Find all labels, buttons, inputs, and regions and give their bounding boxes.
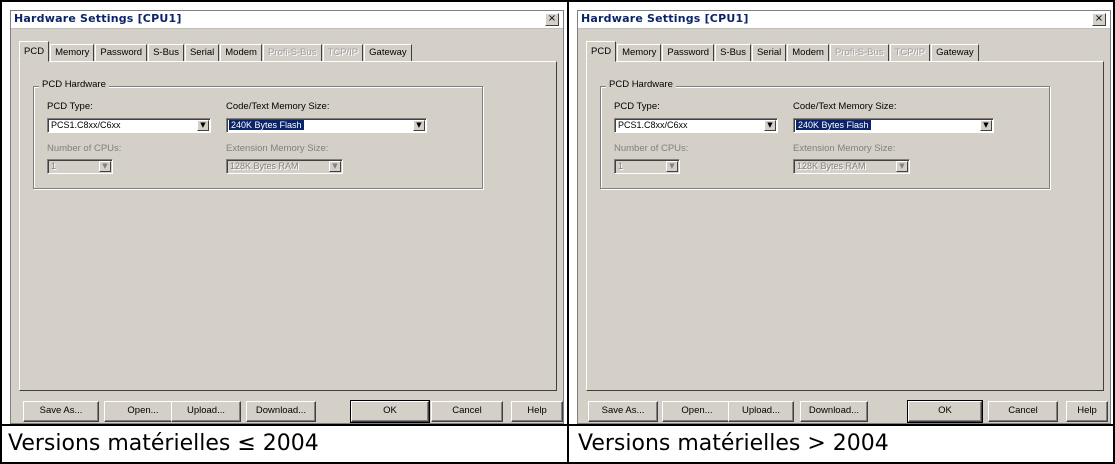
pcd-type-select[interactable]: PCS1.C8xx/C6xx ▼	[614, 118, 778, 133]
save-as-button[interactable]: Save As...	[23, 401, 99, 422]
number-of-cpus-select: 1 ▼	[47, 159, 113, 174]
save-as-button[interactable]: Save As...	[588, 401, 658, 422]
tab-modem[interactable]: Modem	[220, 44, 262, 62]
border-top	[0, 0, 1115, 2]
tab-password[interactable]: Password	[662, 44, 715, 62]
pcd-type-label: PCD Type:	[47, 101, 93, 112]
tab-pcd[interactable]: PCD	[586, 41, 617, 62]
extension-memory-size-select: 128K Bytes RAM ▼	[226, 159, 343, 174]
number-of-cpus-value: 1	[51, 161, 57, 171]
tab-tcp-ip: TCP/IP	[322, 44, 364, 62]
tab-password[interactable]: Password	[95, 44, 148, 62]
number-of-cpus-value: 1	[618, 161, 624, 171]
title-bar: Hardware Settings [CPU1] ×	[578, 11, 1110, 29]
help-button[interactable]: Help	[1066, 401, 1108, 422]
tab-serial[interactable]: Serial	[751, 44, 787, 62]
panel-right: Hardware Settings [CPU1] × PCD Memory Pa…	[577, 10, 1111, 424]
code-memory-size-value: 240K Bytes Flash	[229, 120, 304, 130]
code-memory-size-label: Code/Text Memory Size:	[793, 101, 897, 112]
code-memory-size-select[interactable]: 240K Bytes Flash ▼	[793, 118, 994, 133]
chevron-down-icon: ▼	[896, 161, 908, 172]
code-memory-size-select[interactable]: 240K Bytes Flash ▼	[226, 118, 427, 133]
close-button[interactable]: ×	[1092, 13, 1106, 26]
number-of-cpus-select: 1 ▼	[614, 159, 680, 174]
chevron-down-icon[interactable]: ▼	[764, 120, 776, 131]
tab-s-bus[interactable]: S-Bus	[715, 44, 751, 62]
upload-button[interactable]: Upload...	[171, 401, 241, 422]
tab-memory[interactable]: Memory	[617, 44, 662, 62]
download-button[interactable]: Download...	[246, 401, 316, 422]
tab-profi-s-bus: Profi-S-Bus	[829, 44, 889, 62]
caption-right: Versions matérielles > 2004	[578, 431, 889, 456]
chevron-down-icon: ▼	[666, 161, 678, 172]
code-memory-size-label: Code/Text Memory Size:	[226, 101, 330, 112]
extension-memory-size-select: 128K Bytes RAM ▼	[793, 159, 910, 174]
extension-memory-size-label: Extension Memory Size:	[226, 143, 329, 154]
pcd-hardware-group-label: PCD Hardware	[39, 79, 109, 90]
hardware-settings-dialog: Hardware Settings [CPU1] × PCD Memory Pa…	[10, 10, 564, 424]
tab-gateway[interactable]: Gateway	[364, 44, 412, 62]
ok-button[interactable]: OK	[907, 400, 983, 423]
tab-strip: PCD Memory Password S-Bus Serial Modem P…	[19, 41, 413, 62]
chevron-down-icon[interactable]: ▼	[197, 120, 209, 131]
chevron-down-icon[interactable]: ▼	[413, 120, 425, 131]
number-of-cpus-label: Number of CPUs:	[47, 143, 122, 154]
pcd-type-value: PCS1.C8xx/C6xx	[618, 120, 688, 130]
close-icon: ×	[547, 13, 557, 24]
dialog-title: Hardware Settings [CPU1]	[581, 12, 749, 25]
pcd-hardware-group-label: PCD Hardware	[606, 79, 676, 90]
border-middle	[567, 0, 569, 464]
tab-gateway[interactable]: Gateway	[931, 44, 979, 62]
upload-button[interactable]: Upload...	[728, 401, 794, 422]
cancel-button[interactable]: Cancel	[988, 401, 1058, 422]
tab-serial[interactable]: Serial	[184, 44, 220, 62]
close-icon: ×	[1094, 13, 1104, 24]
hardware-settings-dialog: Hardware Settings [CPU1] × PCD Memory Pa…	[577, 10, 1111, 424]
extension-memory-size-label: Extension Memory Size:	[793, 143, 896, 154]
border-left	[0, 0, 2, 464]
tab-strip: PCD Memory Password S-Bus Serial Modem P…	[586, 41, 980, 62]
tab-memory[interactable]: Memory	[50, 44, 95, 62]
chevron-down-icon: ▼	[99, 161, 111, 172]
extension-memory-size-value: 128K Bytes RAM	[797, 161, 866, 171]
number-of-cpus-label: Number of CPUs:	[614, 143, 689, 154]
tab-pcd[interactable]: PCD	[19, 41, 50, 62]
border-caption-divider	[0, 424, 1115, 426]
caption-left: Versions matérielles ≤ 2004	[8, 431, 319, 456]
close-button[interactable]: ×	[545, 13, 559, 26]
pcd-type-label: PCD Type:	[614, 101, 660, 112]
tab-tcp-ip: TCP/IP	[889, 44, 931, 62]
tab-s-bus[interactable]: S-Bus	[148, 44, 184, 62]
download-button[interactable]: Download...	[800, 401, 868, 422]
panel-left: Hardware Settings [CPU1] × PCD Memory Pa…	[10, 10, 564, 424]
chevron-down-icon[interactable]: ▼	[980, 120, 992, 131]
extension-memory-size-value: 128K Bytes RAM	[230, 161, 299, 171]
pcd-type-value: PCS1.C8xx/C6xx	[51, 120, 121, 130]
ok-button[interactable]: OK	[350, 400, 430, 423]
cancel-button[interactable]: Cancel	[431, 401, 503, 422]
code-memory-size-value: 240K Bytes Flash	[796, 120, 871, 130]
tab-modem[interactable]: Modem	[787, 44, 829, 62]
chevron-down-icon: ▼	[329, 161, 341, 172]
tab-profi-s-bus: Profi-S-Bus	[262, 44, 322, 62]
open-button[interactable]: Open...	[662, 401, 732, 422]
title-bar: Hardware Settings [CPU1] ×	[11, 11, 563, 29]
dialog-title: Hardware Settings [CPU1]	[14, 12, 182, 25]
help-button[interactable]: Help	[511, 401, 563, 422]
pcd-type-select[interactable]: PCS1.C8xx/C6xx ▼	[47, 118, 211, 133]
